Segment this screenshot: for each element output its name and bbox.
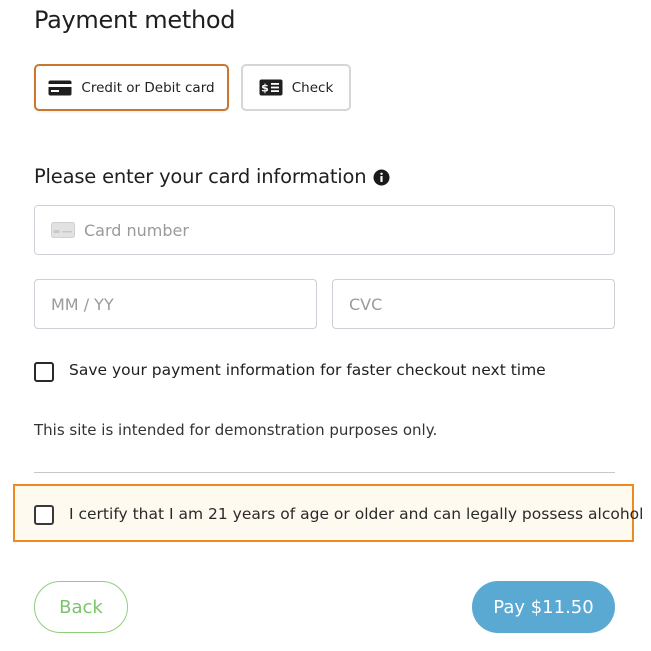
credit-debit-card-label: Credit or Debit card bbox=[81, 79, 215, 96]
expiry-field[interactable] bbox=[34, 279, 317, 329]
info-icon[interactable] bbox=[373, 169, 390, 186]
check-dollar-icon: $ bbox=[259, 79, 283, 96]
card-placeholder-icon bbox=[51, 222, 75, 238]
check-label: Check bbox=[291, 79, 334, 96]
divider bbox=[34, 472, 615, 473]
card-number-input[interactable] bbox=[84, 220, 614, 240]
demo-disclaimer: This site is intended for demonstration … bbox=[34, 421, 438, 439]
page-title: Payment method bbox=[34, 6, 236, 34]
card-number-field[interactable] bbox=[34, 205, 615, 255]
age-certify-label[interactable]: I certify that I am 21 years of age or o… bbox=[69, 505, 643, 523]
expiry-input[interactable] bbox=[51, 294, 316, 314]
credit-card-icon bbox=[48, 80, 72, 96]
back-button[interactable]: Back bbox=[34, 581, 128, 633]
check-button[interactable]: $ Check bbox=[241, 64, 351, 111]
pay-button[interactable]: Pay $11.50 bbox=[472, 581, 615, 633]
cvc-input[interactable] bbox=[349, 294, 614, 314]
credit-debit-card-button[interactable]: Credit or Debit card bbox=[34, 64, 229, 111]
cvc-field[interactable] bbox=[332, 279, 615, 329]
payment-page: Payment method Credit or Debit card $ Ch… bbox=[0, 0, 651, 651]
card-info-heading: Please enter your card information bbox=[34, 165, 367, 188]
save-payment-checkbox[interactable] bbox=[34, 362, 54, 382]
age-certify-checkbox[interactable] bbox=[34, 505, 54, 525]
svg-text:$: $ bbox=[261, 82, 269, 95]
save-payment-label[interactable]: Save your payment information for faster… bbox=[69, 361, 546, 379]
